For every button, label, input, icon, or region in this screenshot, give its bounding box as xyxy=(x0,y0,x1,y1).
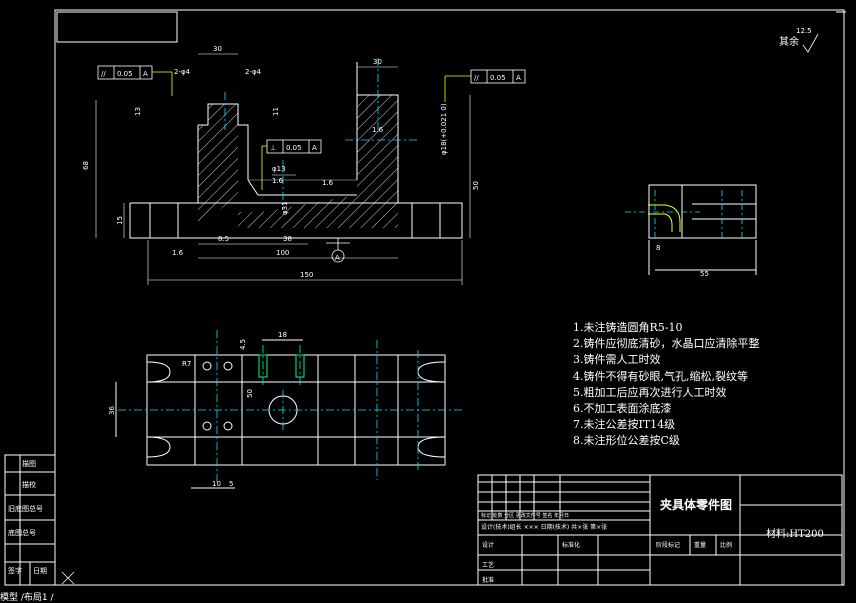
side-block-old-no: 旧底图总号 xyxy=(8,505,43,513)
tech-requirements: 1.未注铸造圆角R5-10 2.铸件应彻底清砂，水晶口应清除平整 3.铸件需人工… xyxy=(573,320,760,450)
tech-req-5: 5.粗加工后应再次进行人工时效 xyxy=(573,385,727,399)
tech-req-4: 4.铸件不得有砂眼,气孔,缩松,裂纹等 xyxy=(573,369,748,383)
tol3-value: 0.05 xyxy=(286,144,302,152)
dim-150: 150 xyxy=(300,271,313,279)
top-dim-r7: R7 xyxy=(182,360,191,368)
roughness-3: 1.6 xyxy=(272,177,284,185)
roughness-corner-symbol xyxy=(802,33,819,53)
tb-stage: 阶段标记 xyxy=(656,542,681,549)
side-block-sign: 签字 xyxy=(8,567,22,575)
side-block-date: 日期 xyxy=(33,567,47,575)
dim-8-5: 8.5 xyxy=(218,235,229,243)
drawing-material: 材料:HT200 xyxy=(766,529,824,540)
tol1-value: 0.05 xyxy=(117,70,133,78)
roughness-corner-label: 其余 xyxy=(779,35,799,48)
top-dim-10: 10 xyxy=(212,480,221,488)
roughness-2: 1.6 xyxy=(172,249,184,257)
tb-process: 工艺 xyxy=(482,562,495,569)
tol2-value: 0.05 xyxy=(490,74,506,82)
dim-bore: φ31 xyxy=(281,201,289,215)
datum-label: A xyxy=(335,254,340,262)
dim-100: 100 xyxy=(276,249,289,257)
tech-req-2: 2.铸件应彻底清砂，水晶口应清除平整 xyxy=(573,337,760,351)
ucs-icon xyxy=(61,571,75,585)
hatch-left-tower xyxy=(198,104,238,228)
tb-design: 设计 xyxy=(482,542,495,549)
side-dim-8: 8 xyxy=(656,244,660,252)
roughness-1: 1.6 xyxy=(372,126,384,134)
side-block-tracing: 描图 xyxy=(22,460,36,468)
roughness-4: 1.6 xyxy=(322,179,334,187)
front-view xyxy=(95,53,526,285)
tech-req-6: 6.不加工表面涂底漆 xyxy=(573,402,672,416)
hatch-center xyxy=(238,212,262,228)
dim-50: 50 xyxy=(472,181,480,190)
layout-tabs[interactable]: 模型 /布局1 / xyxy=(0,590,54,603)
dim-15: 15 xyxy=(116,216,124,225)
dim-phi13: φ13 xyxy=(272,165,286,173)
dim-38: 38 xyxy=(283,235,292,243)
side-block-base-no: 底图总号 xyxy=(8,529,36,537)
dim-phi18: φ18(+0.021 0) xyxy=(440,103,448,155)
tech-req-8: 8.未注形位公差按C级 xyxy=(573,434,680,448)
top-view xyxy=(115,330,462,489)
tol3-datum: A xyxy=(312,144,317,152)
top-dim-18: 18 xyxy=(278,331,287,339)
dim-11: 11 xyxy=(272,107,280,116)
top-dim-4-5: 4.5 xyxy=(239,339,247,350)
tb-row-small-2: 标记 处数 分区 更改文件号 签名 年月日 xyxy=(481,513,569,519)
tech-req-7: 7.未注公差按IT14级 xyxy=(573,418,676,432)
tol2-datum: A xyxy=(516,74,521,82)
side-dim-55: 55 xyxy=(700,270,709,278)
top-dim-5: 5 xyxy=(229,480,233,488)
top-dim-50: 50 xyxy=(246,389,254,398)
tb-approve: 批准 xyxy=(482,577,495,584)
tol1-datum: A xyxy=(143,70,148,78)
top-dim-36: 36 xyxy=(108,406,116,415)
tech-req-1: 1.未注铸造圆角R5-10 xyxy=(573,321,683,334)
dim-slot-left: 2-φ4 xyxy=(174,68,191,76)
tb-scale: 比例 xyxy=(720,542,733,549)
dim-top-w: 30 xyxy=(213,45,222,53)
side-block-check: 描校 xyxy=(22,481,36,489)
tol2-symbol: // xyxy=(474,74,479,82)
tb-standard: 标准化 xyxy=(562,542,581,549)
tech-req-3: 3.铸件需人工时效 xyxy=(573,353,661,367)
dim-68: 68 xyxy=(82,161,90,170)
dim-slot-right: 2-φ4 xyxy=(245,68,262,76)
tb-weight: 重量 xyxy=(694,542,707,549)
tol1-symbol: // xyxy=(101,70,106,78)
tol3-symbol: ⊥ xyxy=(270,144,276,152)
roughness-corner-value: 12.5 xyxy=(796,27,812,35)
dim-13: 13 xyxy=(134,107,142,116)
drawing-title: 夹具体零件图 xyxy=(660,498,733,512)
side-view xyxy=(625,184,757,275)
tb-row-small-1: 设计(技术)组长 ××× 日期(技术) 共×张 第×张 xyxy=(481,524,608,531)
dim-top-w-right: 30 xyxy=(373,58,382,66)
